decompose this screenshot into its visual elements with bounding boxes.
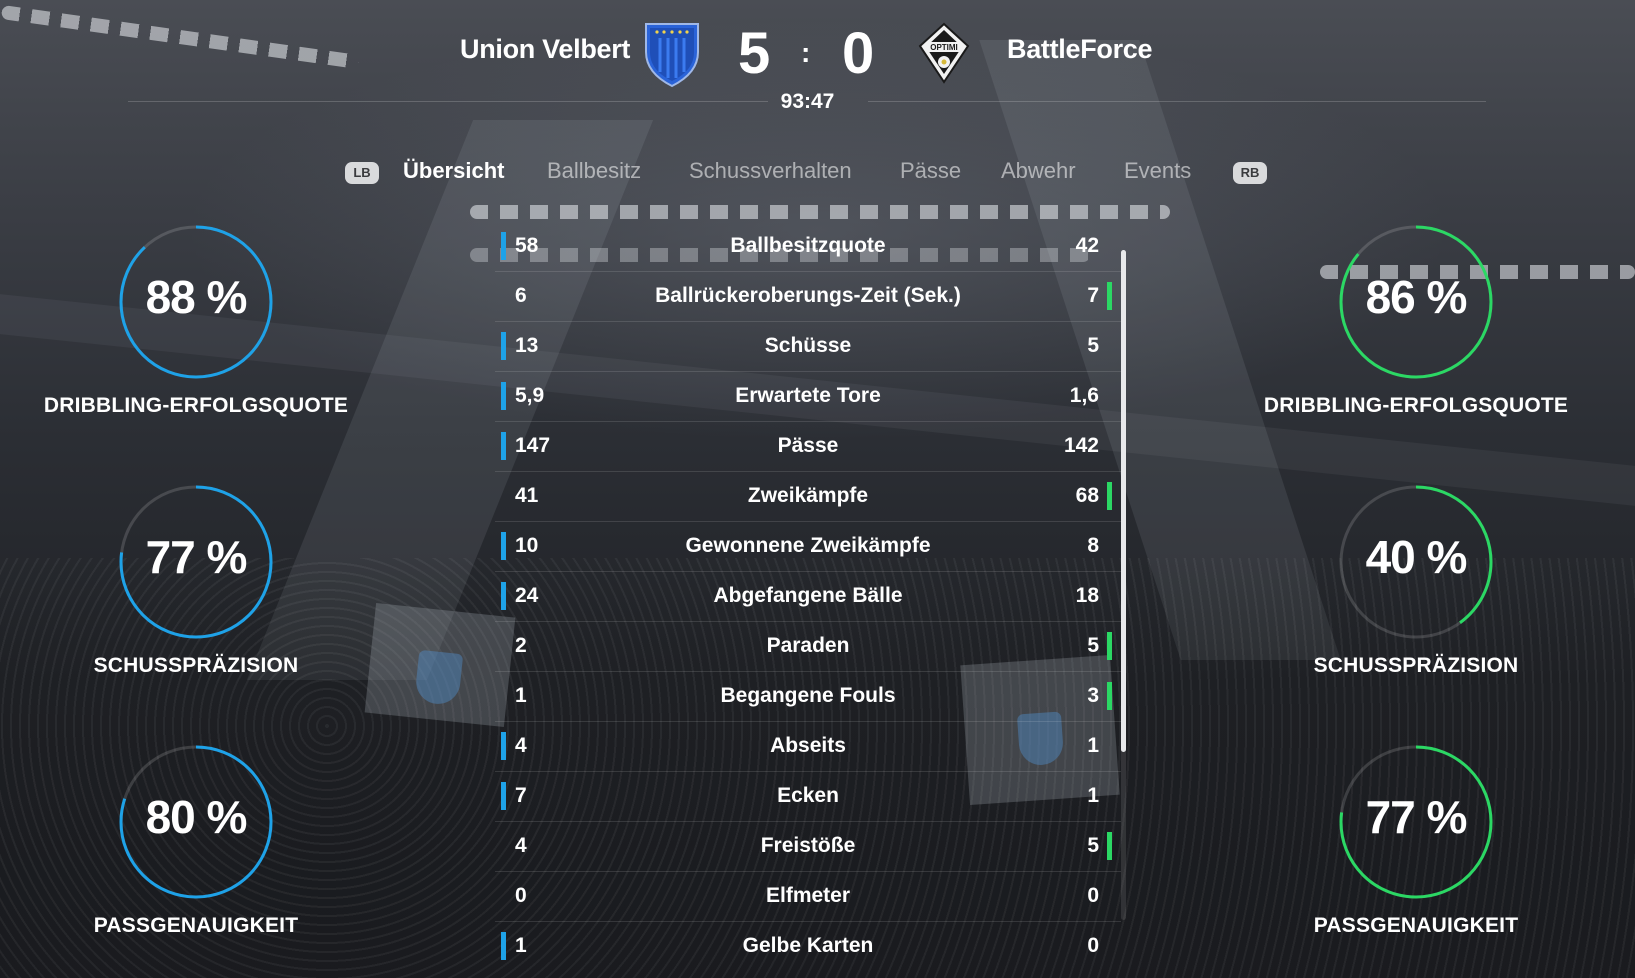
tab-schussverhalten[interactable]: Schussverhalten (689, 158, 852, 184)
stat-row: 6 Ballrückeroberungs-Zeit (Sek.) 7 (495, 272, 1121, 322)
ring-value: 40 % (1365, 531, 1468, 583)
blue-shield-crest-icon (640, 18, 704, 88)
stat-name: Elfmeter (765, 884, 851, 907)
tab-abwehr[interactable]: Abwehr (1001, 158, 1076, 184)
stat-away-value: 1 (1087, 734, 1099, 757)
away-ring-pass: 77 % PASSGENAUIGKEIT (1246, 744, 1586, 938)
stat-away-value: 0 (1087, 934, 1099, 957)
tab-paesse[interactable]: Pässe (900, 158, 961, 184)
home-ring-schuss: 77 % SCHUSSPRÄZISION (26, 484, 366, 678)
rb-button-icon[interactable]: RB (1233, 162, 1267, 184)
stat-row: 10 Gewonnene Zweikämpfe 8 (495, 522, 1121, 572)
stats-scrollbar-thumb[interactable] (1121, 250, 1126, 752)
tab-ballbesitz[interactable]: Ballbesitz (547, 158, 641, 184)
away-ring-schuss: 40 % SCHUSSPRÄZISION (1246, 484, 1586, 678)
stat-row: 1 Begangene Fouls 3 (495, 672, 1121, 722)
progress-ring: 88 % (118, 224, 274, 380)
ring-label: SCHUSSPRÄZISION (1313, 654, 1519, 677)
stat-row: 7 Ecken 1 (495, 772, 1121, 822)
stat-away-value: 18 (1075, 584, 1099, 607)
stat-row: 5,9 Erwartete Tore 1,6 (495, 372, 1121, 422)
stat-row: 4 Freistöße 5 (495, 822, 1121, 872)
ring-value: 77 % (1365, 791, 1468, 843)
stat-name: Erwartete Tore (735, 384, 881, 407)
ring-label: DRIBBLING-ERFOLGSQUOTE (43, 394, 349, 417)
home-ring-pass: 80 % PASSGENAUIGKEIT (26, 744, 366, 938)
stat-row: 58 Ballbesitzquote 42 (495, 222, 1121, 272)
stats-tabs: LB Übersicht Ballbesitz Schussverhalten … (0, 158, 1635, 198)
away-crest-text: OPTIMI (930, 43, 958, 52)
stat-name: Abgefangene Bälle (713, 584, 903, 607)
ring-value: 80 % (145, 791, 248, 843)
stat-away-value: 142 (1063, 434, 1099, 457)
stat-name: Pässe (777, 434, 839, 457)
stat-name: Freistöße (760, 834, 856, 857)
stat-away-value: 7 (1087, 284, 1099, 307)
stat-row: 0 Elfmeter 0 (495, 872, 1121, 922)
ring-label: PASSGENAUIGKEIT (93, 914, 299, 937)
match-stats-list[interactable]: 58 Ballbesitzquote 42 6 Ballrückeroberungs-Z… (495, 222, 1121, 971)
stat-name: Zweikämpfe (747, 484, 869, 507)
stat-away-value: 5 (1087, 634, 1099, 657)
progress-ring: 40 % (1338, 484, 1494, 640)
stat-name: Abseits (770, 734, 846, 757)
stats-scrollbar[interactable] (1121, 250, 1126, 920)
stat-away-value: 5 (1087, 834, 1099, 857)
score-separator: : (801, 37, 811, 68)
stat-row: 13 Schüsse 5 (495, 322, 1121, 372)
away-team-name: BattleForce (1007, 34, 1153, 64)
home-ring-dribbling: 88 % DRIBBLING-ERFOLGSQUOTE (26, 224, 366, 418)
header-divider-left (128, 101, 768, 102)
stat-away-value: 1 (1087, 784, 1099, 807)
lb-button-icon[interactable]: LB (345, 162, 379, 184)
home-team-name: Union Velbert (460, 34, 631, 64)
ring-value: 77 % (145, 531, 248, 583)
stat-away-value: 42 (1075, 234, 1099, 257)
away-ring-dribbling: 86 % DRIBBLING-ERFOLGSQUOTE (1246, 224, 1586, 418)
ring-label: DRIBBLING-ERFOLGSQUOTE (1263, 394, 1569, 417)
tab-uebersicht[interactable]: Übersicht (403, 158, 504, 184)
ring-label: SCHUSSPRÄZISION (93, 654, 299, 677)
progress-ring: 86 % (1338, 224, 1494, 380)
stat-name: Gewonnene Zweikämpfe (685, 534, 931, 557)
stat-name: Ballbesitzquote (730, 234, 886, 257)
stat-name: Ballrückeroberungs-Zeit (Sek.) (655, 284, 961, 307)
away-score: 0 (842, 21, 875, 86)
stat-name: Begangene Fouls (720, 684, 896, 707)
stat-away-value: 1,6 (1069, 384, 1099, 407)
stat-row: 2 Paraden 5 (495, 622, 1121, 672)
stat-name: Ecken (777, 784, 839, 807)
ring-label: PASSGENAUIGKEIT (1313, 914, 1519, 937)
optimi-shield-crest-icon: OPTIMI (912, 18, 976, 88)
tab-events[interactable]: Events (1124, 158, 1191, 184)
stat-away-value: 68 (1075, 484, 1099, 507)
match-clock: 93:47 (780, 90, 835, 113)
progress-ring: 77 % (118, 484, 274, 640)
home-score: 5 (738, 21, 771, 86)
stat-name: Gelbe Karten (742, 934, 874, 957)
ring-value: 88 % (145, 271, 248, 323)
stat-row: 41 Zweikämpfe 68 (495, 472, 1121, 522)
header-divider-right (868, 101, 1486, 102)
progress-ring: 77 % (1338, 744, 1494, 900)
stat-row: 147 Pässe 142 (495, 422, 1121, 472)
stat-away-value: 3 (1087, 684, 1099, 707)
stat-row: 4 Abseits 1 (495, 722, 1121, 772)
stat-name: Paraden (766, 634, 850, 657)
stat-row: 24 Abgefangene Bälle 18 (495, 572, 1121, 622)
progress-ring: 80 % (118, 744, 274, 900)
stat-name: Schüsse (764, 334, 852, 357)
stat-row: 1 Gelbe Karten 0 (495, 922, 1121, 971)
stat-away-value: 5 (1087, 334, 1099, 357)
stat-away-value: 8 (1087, 534, 1099, 557)
stat-away-value: 0 (1087, 884, 1099, 907)
ring-value: 86 % (1365, 271, 1468, 323)
